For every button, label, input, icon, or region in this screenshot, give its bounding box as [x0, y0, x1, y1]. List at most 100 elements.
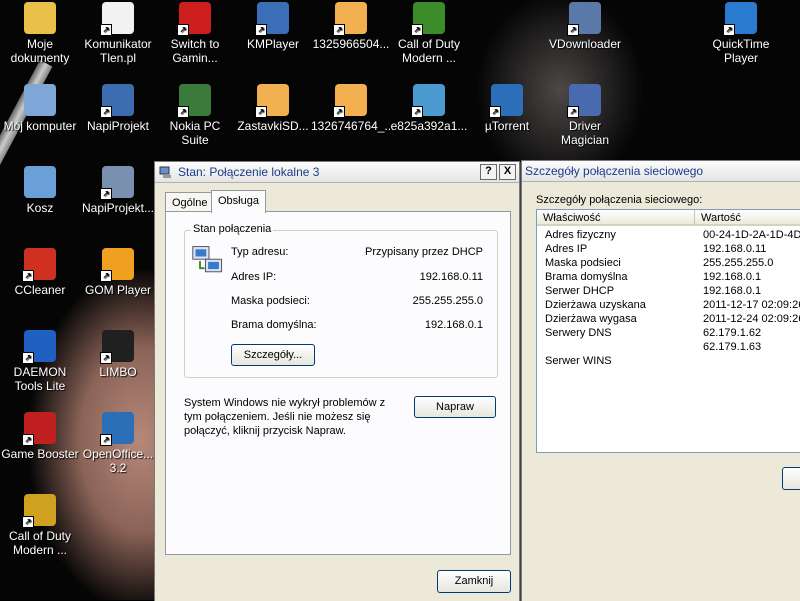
desktop-icon[interactable]: ↗ Call of Duty Modern ... [0, 494, 80, 557]
desktop-icon-label: Kosz [26, 201, 54, 215]
desktop-icon[interactable]: ↗ µTorrent [467, 84, 547, 133]
desktop-icon-label: 1326746764_... [311, 119, 395, 133]
detail-value: 2011-12-24 02:09:26 [703, 313, 800, 325]
shortcut-arrow-icon: ↗ [100, 352, 112, 364]
desktop-icon-label: QuickTime Player [712, 37, 770, 65]
detail-property: Dzierżawa uzyskana [545, 299, 646, 311]
quicktime-icon: ↗ [723, 2, 757, 36]
status-window-titlebar[interactable]: Stan: Połączenie lokalne 3 ? X [155, 162, 519, 183]
desktop-icon[interactable]: ↗ Driver Magician [545, 84, 625, 147]
repair-button[interactable]: Napraw [414, 396, 496, 418]
shortcut-arrow-icon: ↗ [100, 24, 112, 36]
desktop-icon[interactable]: ↗ Komunikator Tlen.pl [78, 2, 158, 65]
tab-support[interactable]: Obsługa [211, 190, 266, 213]
shortcut-arrow-icon: ↗ [255, 106, 267, 118]
image-icon: ↗ [411, 84, 445, 118]
desktop-icon[interactable]: ↗ DAEMON Tools Lite [0, 330, 80, 393]
details-subtitle: Szczegóły połączenia sieciowego: [536, 194, 703, 206]
magician-icon: ↗ [567, 84, 601, 118]
diagnostic-message: System Windows nie wykrył problemów z ty… [184, 397, 386, 437]
row-gateway-label: Brama domyślna: [231, 319, 317, 331]
details-close-button[interactable] [782, 467, 800, 490]
desktop-icon-label: Switch to Gamin... [170, 37, 220, 65]
desktop-icon-label: µTorrent [484, 119, 530, 133]
tlen-icon: ↗ [100, 2, 134, 36]
file-icon: ↗ [333, 2, 367, 36]
details-window-title: Szczegóły połączenia sieciowego [525, 164, 704, 178]
shortcut-arrow-icon: ↗ [411, 106, 423, 118]
connection-status-group: Stan połączenia Typ adresu: Przypisany p… [184, 223, 498, 378]
shortcut-arrow-icon: ↗ [100, 188, 112, 200]
tab-general[interactable]: Ogólne [165, 192, 215, 213]
desktop-icon-label: CCleaner [14, 283, 66, 297]
detail-property: Brama domyślna [545, 271, 628, 283]
nokia-icon: ↗ [177, 84, 211, 118]
column-header-property[interactable]: Właściwość [537, 210, 695, 226]
desktop-icon-label: NapiProjekt [86, 119, 150, 133]
details-window-titlebar[interactable]: Szczegóły połączenia sieciowego [522, 161, 800, 182]
detail-value: 192.168.0.11 [703, 243, 767, 255]
row-address-type-value: Przypisany przez DHCP [365, 246, 483, 258]
shortcut-arrow-icon: ↗ [723, 24, 735, 36]
detail-value: 192.168.0.1 [703, 285, 762, 297]
shortcut-arrow-icon: ↗ [489, 106, 501, 118]
status-window-title: Stan: Połączenie lokalne 3 [178, 165, 320, 179]
desktop-icon-label: Call of Duty Modern ... [397, 37, 461, 65]
shortcut-arrow-icon: ↗ [100, 434, 112, 446]
desktop-icon[interactable]: ↗ Switch to Gamin... [155, 2, 235, 65]
desktop-icon[interactable]: ↗ Nokia PC Suite [155, 84, 235, 147]
desktop-icon[interactable]: Moje dokumenty [0, 2, 80, 65]
detail-value: 2011-12-17 02:09:26 [703, 299, 800, 311]
shortcut-arrow-icon: ↗ [177, 24, 189, 36]
desktop-icon[interactable]: ↗ CCleaner [0, 248, 80, 297]
row-ip-value: 192.168.0.11 [419, 271, 483, 283]
shortcut-arrow-icon: ↗ [567, 24, 579, 36]
file-icon: ↗ [255, 84, 289, 118]
desktop-icon-label: GOM Player [84, 283, 151, 297]
vdownloader-icon: ↗ [567, 2, 601, 36]
desktop-icon[interactable]: ↗ e825a392a1... [389, 84, 469, 133]
desktop-icon[interactable]: ↗ KMPlayer [233, 2, 313, 51]
detail-property: Serwer DHCP [545, 285, 615, 297]
details-button[interactable]: Szczegóły... [231, 344, 315, 366]
desktop-icon[interactable]: Mój komputer [0, 84, 80, 133]
desktop-icon[interactable]: ↗ OpenOffice... 3.2 [78, 412, 158, 475]
desktop-icon[interactable]: ↗ GOM Player [78, 248, 158, 297]
shortcut-arrow-icon: ↗ [255, 24, 267, 36]
daemon-icon: ↗ [22, 330, 56, 364]
close-button[interactable]: Zamknij [437, 570, 511, 593]
game-booster-icon: ↗ [22, 412, 56, 446]
detail-value: 62.179.1.63 [703, 341, 762, 353]
detail-value: 62.179.1.62 [703, 327, 762, 339]
desktop-icon[interactable]: ↗ 1326746764_... [311, 84, 395, 133]
gom-icon: ↗ [100, 248, 134, 282]
desktop-icon[interactable]: ↗ NapiProjekt... [78, 166, 158, 215]
desktop-icon[interactable]: ↗ VDownloader [545, 2, 625, 51]
desktop-icon[interactable]: ↗ 1325966504... [311, 2, 391, 51]
desktop-icon[interactable]: ↗ NapiProjekt [78, 84, 158, 133]
desktop-icon[interactable]: ↗ Game Booster [0, 412, 80, 461]
openoffice-icon: ↗ [100, 412, 134, 446]
connection-details-window[interactable]: Szczegóły połączenia sieciowego Szczegół… [521, 160, 800, 601]
napiprojekt-icon: ↗ [100, 84, 134, 118]
switch-icon: ↗ [177, 2, 211, 36]
desktop-icon-label: 1325966504... [312, 37, 390, 51]
row-ip-label: Adres IP: [231, 271, 277, 283]
help-button[interactable]: ? [480, 164, 497, 180]
desktop-icon-label: Driver Magician [560, 119, 610, 147]
column-header-value[interactable]: Wartość [695, 210, 800, 226]
utorrent-icon: ↗ [489, 84, 523, 118]
desktop-icon[interactable]: ↗ ZastavkiSD... [233, 84, 313, 133]
details-list[interactable]: Właściwość Wartość Adres fizyczny 00-24-1… [536, 209, 800, 453]
folder-icon [24, 2, 56, 34]
desktop-icon-label: Komunikator Tlen.pl [84, 37, 152, 65]
connection-status-window[interactable]: Stan: Połączenie lokalne 3 ? X Ogólne Ob… [154, 161, 520, 601]
row-mask-value: 255.255.255.0 [412, 295, 483, 307]
close-window-button[interactable]: X [499, 164, 516, 180]
desktop-icon[interactable]: ↗ Call of Duty Modern ... [389, 2, 469, 65]
recycle-bin-icon [24, 166, 56, 198]
desktop-icon[interactable]: ↗ LIMBO [78, 330, 158, 379]
desktop-icon[interactable]: Kosz [0, 166, 80, 215]
desktop-icon[interactable]: ↗ QuickTime Player [701, 2, 781, 65]
limbo-icon: ↗ [100, 330, 134, 364]
